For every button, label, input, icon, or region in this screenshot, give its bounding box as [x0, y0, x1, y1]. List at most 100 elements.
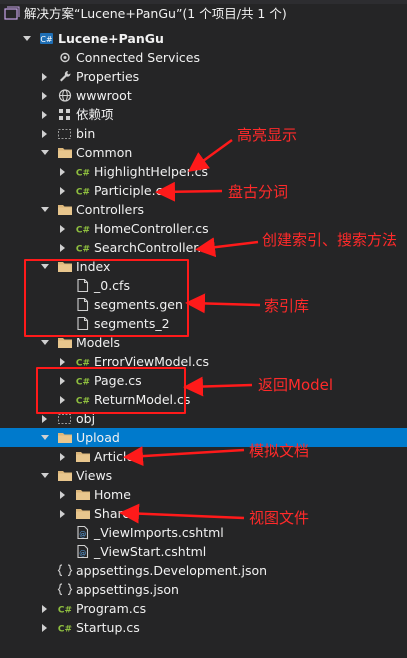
tree-item-label: appsettings.Development.json: [76, 563, 268, 578]
tree-item-label: _ViewImports.cshtml: [94, 525, 224, 540]
collapsed-arrow-icon[interactable]: [40, 618, 50, 637]
tree-item-label: SearchController.cs: [94, 240, 215, 255]
collapsed-arrow-icon[interactable]: [58, 181, 68, 200]
tree-item-bin[interactable]: bin: [0, 124, 407, 143]
tree-item-label: Controllers: [76, 202, 144, 217]
collapsed-arrow-icon[interactable]: [40, 599, 50, 618]
tree-item-viewstart-cshtml[interactable]: @ _ViewStart.cshtml: [0, 542, 407, 561]
tree-item-label: Participle.cs: [94, 183, 169, 198]
expanded-arrow-icon[interactable]: [40, 143, 50, 162]
tree-item-highlighthelper-cs[interactable]: C# HighlightHelper.cs: [0, 162, 407, 181]
tree-item-startup-cs[interactable]: C# Startup.cs: [0, 618, 407, 637]
tree-item-participle-cs[interactable]: C# Participle.cs: [0, 181, 407, 200]
collapsed-arrow-icon[interactable]: [58, 485, 68, 504]
tree-item-label: Views: [76, 468, 113, 483]
solution-header-label: 解决方案“Lucene+PanGu”(1 个项目/共 1 个): [24, 6, 287, 21]
collapsed-arrow-icon[interactable]: [58, 504, 68, 523]
expanded-arrow-icon[interactable]: [40, 200, 50, 219]
collapsed-arrow-icon[interactable]: [40, 86, 50, 105]
tree-item-label: Program.cs: [76, 601, 147, 616]
svg-text:C#: C#: [76, 226, 90, 236]
csharp-file-icon: C#: [75, 240, 91, 255]
collapsed-arrow-icon[interactable]: [58, 162, 68, 181]
tree-item-common[interactable]: Common: [0, 143, 407, 162]
razor-file-icon: @: [75, 525, 91, 540]
annotation-highlight: 高亮显示: [237, 126, 298, 144]
tree-item-label: _ViewStart.cshtml: [94, 544, 207, 559]
collapsed-arrow-icon[interactable]: [58, 447, 68, 466]
svg-text:@: @: [79, 531, 86, 539]
csharp-project-icon: C#: [39, 31, 55, 46]
tree-item-[interactable]: 依赖项: [0, 105, 407, 124]
tree-item-appsettings-json[interactable]: appsettings.json: [0, 580, 407, 599]
tree-item-label: bin: [76, 126, 96, 141]
svg-text:C#: C#: [76, 169, 90, 179]
svg-text:C#: C#: [40, 35, 53, 44]
annotation-view-files: 视图文件: [249, 509, 310, 527]
folder-icon: [57, 202, 73, 217]
csharp-file-icon: C#: [75, 164, 91, 179]
expanded-arrow-icon[interactable]: [22, 29, 32, 48]
collapsed-arrow-icon[interactable]: [58, 219, 68, 238]
json-file-icon: [57, 582, 73, 597]
tree-item-properties[interactable]: Properties: [0, 67, 407, 86]
annotation-search: 创建索引、搜索方法: [262, 231, 398, 249]
annotation-mock-docs: 模拟文档: [249, 442, 310, 460]
index-highlight-box: [24, 259, 189, 337]
csharp-file-icon: C#: [57, 620, 73, 635]
tree-item-appsettings-development-json[interactable]: appsettings.Development.json: [0, 561, 407, 580]
expanded-arrow-icon[interactable]: [40, 466, 50, 485]
tree-item-label: 依赖项: [76, 107, 114, 122]
tree-item-viewimports-cshtml[interactable]: @ _ViewImports.cshtml: [0, 523, 407, 542]
folder-icon: [57, 430, 73, 445]
solution-icon: [4, 6, 20, 21]
svg-text:C#: C#: [76, 245, 90, 255]
tree-item-label: Startup.cs: [76, 620, 140, 635]
dependencies-icon: [57, 107, 73, 122]
folder-icon: [57, 145, 73, 160]
wrench-icon: [57, 69, 73, 84]
tree-item-label: Properties: [76, 69, 140, 84]
json-file-icon: [57, 563, 73, 578]
tree-item-label: HighlightHelper.cs: [94, 164, 208, 179]
solution-header-row[interactable]: 解决方案“Lucene+PanGu”(1 个项目/共 1 个): [0, 4, 407, 23]
svg-text:C#: C#: [58, 606, 72, 616]
collapsed-arrow-icon[interactable]: [58, 238, 68, 257]
collapsed-arrow-icon[interactable]: [40, 67, 50, 86]
tree-item-label: Common: [76, 145, 133, 160]
dashed-folder-icon: [57, 126, 73, 141]
tree-item-articles[interactable]: Articles: [0, 447, 407, 466]
tree-item-wwwroot[interactable]: wwwroot: [0, 86, 407, 105]
tree-item-label: appsettings.json: [76, 582, 179, 597]
annotation-return-model: 返回Model: [258, 376, 334, 394]
csharp-file-icon: C#: [57, 601, 73, 616]
models-highlight-box: [36, 367, 186, 414]
tree-item-shared[interactable]: Shared: [0, 504, 407, 523]
collapsed-arrow-icon[interactable]: [40, 105, 50, 124]
svg-text:C#: C#: [58, 625, 72, 635]
folder-icon: [75, 506, 91, 521]
tree-item-controllers[interactable]: Controllers: [0, 200, 407, 219]
annotation-participle: 盘古分词: [228, 183, 289, 201]
tree-item-upload[interactable]: Upload: [0, 428, 407, 447]
tree-item-label: Upload: [76, 430, 120, 445]
svg-text:C#: C#: [76, 188, 90, 198]
tree-item-label: Articles: [94, 449, 141, 464]
tree-item-label: Shared: [94, 506, 139, 521]
csharp-file-icon: C#: [75, 221, 91, 236]
folder-icon: [57, 335, 73, 350]
collapsed-arrow-icon[interactable]: [40, 124, 50, 143]
tree-item-connected-services[interactable]: Connected Services: [0, 48, 407, 67]
tree-item-views[interactable]: Views: [0, 466, 407, 485]
folder-icon: [57, 468, 73, 483]
csharp-file-icon: C#: [75, 183, 91, 198]
folder-icon: [75, 449, 91, 464]
tree-item-label: wwwroot: [76, 88, 132, 103]
tree-item-program-cs[interactable]: C# Program.cs: [0, 599, 407, 618]
tree-item-lucene-pangu[interactable]: C# Lucene+PanGu: [0, 29, 407, 48]
expanded-arrow-icon[interactable]: [40, 428, 50, 447]
tree-item-home[interactable]: Home: [0, 485, 407, 504]
annotation-index-lib: 索引库: [264, 297, 310, 315]
connected-services-icon: [57, 50, 73, 65]
svg-text:@: @: [79, 550, 86, 558]
